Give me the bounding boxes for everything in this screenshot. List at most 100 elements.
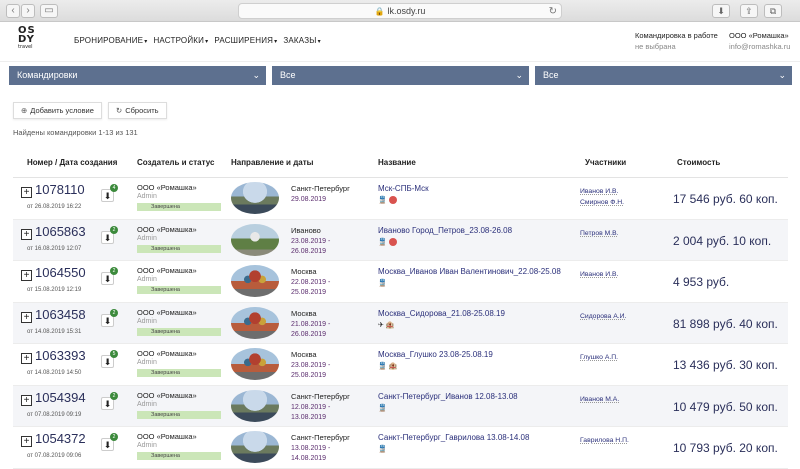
table-row[interactable]: + 1063393 от 14.08.2019 14:50 ⬇ 5 ООО «Р… <box>13 344 788 386</box>
col-name[interactable]: Название <box>378 158 416 167</box>
trip-number[interactable]: 1064550 <box>35 265 86 280</box>
city-photo <box>231 182 279 214</box>
company-account[interactable]: ООО «Ромашка» info@romashka.ru <box>729 30 790 52</box>
url-text: lk.osdy.ru <box>387 6 426 16</box>
expand-icon[interactable]: + <box>21 436 32 447</box>
filter-status-select[interactable]: Все ⌄ <box>272 66 529 85</box>
status-badge: Завершена <box>137 286 221 294</box>
browser-toolbar: ‹ › ▭ 🔒 lk.osdy.ru ↻ ⬇ ⇪ ⧉ <box>0 0 800 22</box>
back-icon[interactable]: ‹ <box>6 4 20 18</box>
service-icons: ✈ 🏨 <box>378 321 395 329</box>
expand-icon[interactable]: + <box>21 228 32 240</box>
download-icon[interactable]: ⬇ <box>712 4 730 18</box>
tabs-icon[interactable]: ⧉ <box>764 4 782 18</box>
table-row[interactable]: + 1064550 от 15.08.2019 12:19 ⬇ 2 ООО «Р… <box>13 261 788 303</box>
trip-number[interactable]: 1078110 <box>35 182 85 197</box>
table-row[interactable]: + 1054372 от 07.08.2019 09:06 ⬇ 2 ООО «Р… <box>13 427 788 469</box>
participants[interactable]: Иванов И.В. Смирнов Ф.Н. <box>580 186 624 208</box>
address-bar[interactable]: 🔒 lk.osdy.ru ↻ <box>238 3 562 19</box>
creator-org: ООО «Ромашка» <box>137 390 197 400</box>
expand-icon[interactable]: + <box>21 394 32 406</box>
trip-number[interactable]: 1065863 <box>35 224 86 239</box>
trip-name-link[interactable]: Мск-СПБ-Мск <box>378 184 429 193</box>
trip-number[interactable]: 1054372 <box>35 431 86 446</box>
col-route[interactable]: Направление и даты <box>231 158 313 167</box>
creator-role: Admin <box>137 359 157 366</box>
creator-org: ООО «Ромашка» <box>137 224 197 234</box>
destination-city: Санкт-Петербург <box>291 391 350 401</box>
trip-number[interactable]: 1063458 <box>35 307 86 322</box>
trip-number[interactable]: 1054394 <box>35 390 86 405</box>
trip-name-link[interactable]: Санкт-Петербург_Иванов 12.08-13.08 <box>378 392 518 401</box>
forward-icon[interactable]: › <box>21 4 35 18</box>
nav-orders[interactable]: ЗАКАЗЫ▾ <box>283 36 320 45</box>
logo[interactable]: OS DY travel <box>18 26 40 51</box>
trip-name-link[interactable]: Иваново Город_Петров_23.08-26.08 <box>378 226 512 235</box>
expand-icon[interactable]: + <box>21 353 32 364</box>
expand-icon[interactable]: + <box>21 311 32 323</box>
sidebar-icon[interactable]: ▭ <box>40 4 58 18</box>
participants[interactable]: Иванов М.А. <box>580 394 619 405</box>
col-creator[interactable]: Создатель и статус <box>137 158 214 167</box>
participants[interactable]: Петров М.В. <box>580 228 619 239</box>
creator-role: Admin <box>137 276 157 283</box>
trip-name-link[interactable]: Москва_Глушко 23.08-25.08.19 <box>378 350 493 359</box>
expand-icon[interactable]: + <box>21 270 32 281</box>
city-photo <box>231 306 279 339</box>
reset-button[interactable]: ↻ Сбросить <box>107 102 167 119</box>
trip-cost: 4 953 руб. <box>673 275 730 289</box>
col-cost[interactable]: Стоимость <box>677 158 720 167</box>
trip-number[interactable]: 1063393 <box>35 348 86 363</box>
trip-cost: 2 004 руб. 10 коп. <box>673 233 772 248</box>
trip-name-link[interactable]: Москва_Иванов Иван Валентинович_22.08-25… <box>378 267 561 276</box>
creator-org: ООО «Ромашка» <box>137 183 197 192</box>
col-number[interactable]: Номер / Дата создания <box>27 158 117 167</box>
trip-name-link[interactable]: Санкт-Петербург_Гаврилова 13.08-14.08 <box>378 433 529 442</box>
status-badge: Завершена <box>137 244 221 253</box>
active-trip-title: Командировка в работе <box>635 31 718 40</box>
share-icon[interactable]: ⇪ <box>740 4 758 18</box>
destination-city: Москва <box>291 350 317 359</box>
participants[interactable]: Иванов И.В. <box>580 269 618 280</box>
nav-extensions[interactable]: РАСШИРЕНИЯ▾ <box>214 36 277 45</box>
created-date: от 16.08.2019 12:07 <box>27 245 82 252</box>
active-trip[interactable]: Командировка в работе не выбрана <box>635 30 718 52</box>
participants[interactable]: Глушко А.П. <box>580 352 618 363</box>
trip-cost: 10 793 руб. 20 коп. <box>673 441 778 455</box>
filter-user-select[interactable]: Все ⌄ <box>535 66 792 85</box>
expand-icon[interactable]: + <box>21 187 32 198</box>
reload-icon[interactable]: ↻ <box>549 5 557 19</box>
service-icons: 🚆 <box>378 446 387 453</box>
participants[interactable]: Сидорова А.И. <box>580 311 626 322</box>
document-count-badge: 4 <box>110 184 118 192</box>
creator-role: Admin <box>137 234 157 242</box>
document-count-badge: 2 <box>110 391 118 400</box>
table-body: + 1078110 от 26.08.2019 16:22 ⬇ 4 ООО «Р… <box>13 178 788 469</box>
trip-cost: 13 436 руб. 30 коп. <box>673 358 778 372</box>
table-row[interactable]: + 1065863 от 16.08.2019 12:07 ⬇ 2 ООО «Р… <box>13 219 788 261</box>
destination-city: Иваново <box>291 225 321 235</box>
participants[interactable]: Гаврилова Н.П. <box>580 435 629 446</box>
table-header: Номер / Дата создания Создатель и статус… <box>13 148 788 178</box>
col-people[interactable]: Участники <box>585 158 626 167</box>
status-badge: Завершена <box>137 452 221 460</box>
chevron-down-icon: ▾ <box>205 39 209 45</box>
trip-name-link[interactable]: Москва_Сидорова_21.08-25.08.19 <box>378 309 505 318</box>
city-photo <box>231 348 279 380</box>
nav-settings[interactable]: НАСТРОЙКИ▾ <box>153 36 208 45</box>
destination-city: Санкт-Петербург <box>291 184 350 193</box>
add-condition-button[interactable]: ⊕ Добавить условие <box>13 102 102 119</box>
table-row[interactable]: + 1063458 от 14.08.2019 15:31 ⬇ 2 ООО «Р… <box>13 302 788 344</box>
destination-city: Москва <box>291 267 317 276</box>
document-count-badge: 2 <box>110 308 118 317</box>
lock-icon: 🔒 <box>374 7 385 16</box>
created-date: от 14.08.2019 14:50 <box>27 370 82 376</box>
created-date: от 26.08.2019 16:22 <box>27 204 82 210</box>
document-count-badge: 2 <box>110 225 118 234</box>
table-row[interactable]: + 1054394 от 07.08.2019 09:19 ⬇ 2 ООО «Р… <box>13 385 788 427</box>
trip-dates: 23.08.2019 -26.08.2019 <box>291 237 331 255</box>
nav-booking[interactable]: БРОНИРОВАНИЕ▾ <box>74 36 147 45</box>
table-row[interactable]: + 1078110 от 26.08.2019 16:22 ⬇ 4 ООО «Р… <box>13 178 788 220</box>
filter-type-select[interactable]: Командировки ⌄ <box>9 66 266 85</box>
trip-dates: 23.08.2019 -25.08.2019 <box>291 362 331 379</box>
